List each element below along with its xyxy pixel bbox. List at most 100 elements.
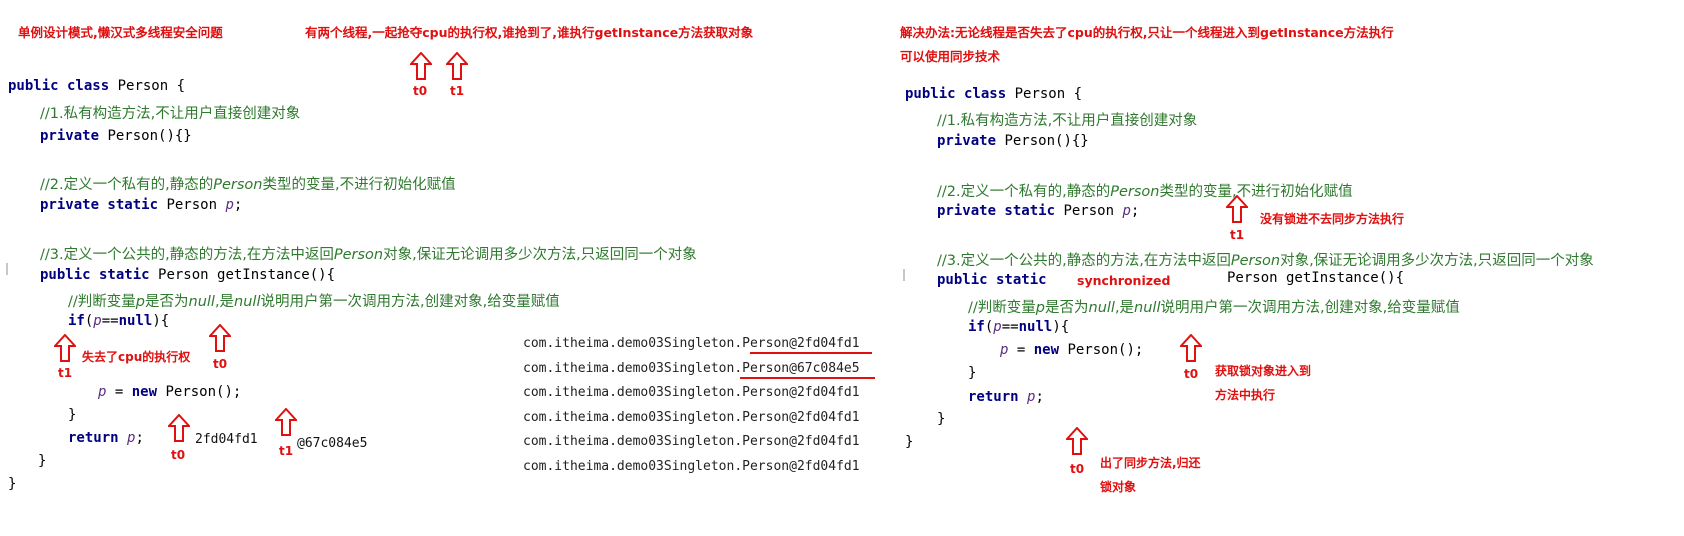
- left-return: return p;: [68, 430, 144, 446]
- left-class-declaration: public class Person {: [8, 78, 185, 94]
- up-arrow-icon: [168, 414, 190, 442]
- output-value: Person@2fd04fd1: [742, 459, 860, 474]
- right-method-signature: Person getInstance(){: [1227, 270, 1405, 286]
- operator: ==: [1001, 319, 1019, 335]
- output-value: Person@67c084e5: [742, 361, 860, 376]
- title-note: 单例设计模式,懒汉式多线程安全问题: [18, 25, 223, 40]
- comment-text: ,是: [1114, 300, 1135, 316]
- up-arrow-icon: [54, 334, 76, 362]
- class-name: Person {: [117, 78, 186, 94]
- thread-label: t0: [213, 357, 228, 371]
- comment-text: 是否为: [145, 294, 189, 310]
- semicolon: ;: [1130, 203, 1140, 219]
- release-note-2: 锁对象: [1100, 480, 1137, 494]
- up-arrow-icon: [209, 324, 231, 352]
- output-prefix: com.itheima.demo03Singleton.: [523, 434, 743, 449]
- synchronized-insert: synchronized: [1077, 273, 1171, 288]
- underline-mark: [740, 377, 875, 379]
- comment-text: //3.定义一个公共的,静态的方法,在方法中返回: [937, 253, 1231, 269]
- output-prefix: com.itheima.demo03Singleton.: [523, 385, 743, 400]
- keyword: new: [131, 384, 158, 400]
- right-assignment: p = new Person();: [1000, 342, 1143, 358]
- left-if-statement: if(p==null){: [68, 313, 169, 329]
- right-method-end: }: [937, 411, 946, 427]
- thread-label: t1: [58, 366, 73, 380]
- left-comment-3: //3.定义一个公共的,静态的方法,在方法中返回Person对象,保证无论调用多…: [40, 243, 697, 264]
- up-arrow-icon: [275, 408, 297, 436]
- comment-italic: Person: [1230, 253, 1281, 269]
- gutter-mark: [6, 263, 8, 275]
- thread-label: t1: [1230, 228, 1245, 242]
- left-if-end: }: [68, 407, 77, 423]
- thread-label: t1: [279, 444, 294, 458]
- output-value: Person@2fd04fd1: [742, 385, 860, 400]
- method-text: Person getInstance(){: [158, 267, 336, 283]
- keyword: if: [68, 313, 85, 329]
- comment-text: 对象,保证无论调用多少次方法,只返回同一个对象: [1280, 253, 1594, 269]
- comment-text: 类型的变量,不进行初始化赋值: [262, 177, 456, 193]
- right-return: return p;: [968, 389, 1044, 405]
- comment-text: //2.定义一个私有的,静态的: [937, 184, 1111, 200]
- left-comment-1: //1.私有构造方法,不让用户直接创建对象: [40, 102, 300, 123]
- thread-label: t0: [171, 448, 186, 462]
- paren: ){: [1052, 319, 1070, 335]
- var: p: [93, 313, 102, 329]
- comment-italic: Person: [333, 247, 384, 263]
- comment-text: 类型的变量,不进行初始化赋值: [1159, 184, 1353, 200]
- ctor-call: Person();: [157, 384, 242, 400]
- keyword: private: [40, 128, 100, 144]
- field-var: p: [1122, 203, 1131, 219]
- keyword: new: [1033, 342, 1060, 358]
- keyword: null: [1018, 319, 1053, 335]
- right-comment-1: //1.私有构造方法,不让用户直接创建对象: [937, 109, 1197, 130]
- semicolon: ;: [1035, 389, 1044, 405]
- comment-text: 说明用户第一次调用方法,创建对象,给变量赋值: [1160, 300, 1460, 316]
- no-lock-note: 没有锁进不去同步方法执行: [1260, 212, 1405, 226]
- left-class-end: }: [8, 476, 17, 492]
- var: p: [993, 319, 1002, 335]
- got-lock-note: 获取锁对象进入到: [1215, 364, 1312, 378]
- right-class-end: }: [905, 434, 914, 450]
- comment-text: 是否为: [1045, 300, 1089, 316]
- operator: ==: [101, 313, 119, 329]
- right-if-statement: if(p==null){: [968, 319, 1069, 335]
- thread-label: t0: [413, 84, 428, 98]
- comment-text: //判断变量: [968, 300, 1036, 316]
- right-comment-2: //2.定义一个私有的,静态的Person类型的变量,不进行初始化赋值: [937, 180, 1353, 201]
- output-prefix: com.itheima.demo03Singleton.: [523, 336, 743, 351]
- ctor-text: Person(){}: [107, 128, 192, 144]
- comment-text: //2.定义一个私有的,静态的: [40, 177, 214, 193]
- output-value: Person@2fd04fd1: [742, 336, 860, 351]
- hash-fragment-1: 2fd04fd1: [195, 432, 258, 447]
- lost-cpu-note: 失去了cpu的执行权: [82, 350, 191, 364]
- comment-italic: Person: [213, 177, 263, 193]
- got-lock-note-2: 方法中执行: [1215, 388, 1276, 402]
- comment-italic: null: [234, 294, 261, 310]
- left-assignment: p = new Person();: [98, 384, 241, 400]
- operator: =: [1008, 342, 1034, 358]
- up-arrow-icon: [1226, 195, 1248, 223]
- thread-label: t0: [1184, 367, 1199, 381]
- class-name: Person {: [1014, 86, 1083, 102]
- left-comment-4: //判断变量p是否为null,是null说明用户第一次调用方法,创建对象,给变量…: [68, 290, 560, 311]
- keyword: return: [68, 430, 119, 446]
- up-arrow-icon: [446, 52, 468, 80]
- comment-italic: p: [1035, 300, 1045, 316]
- keyword: private static: [40, 197, 159, 213]
- right-comment-3: //3.定义一个公共的,静态的方法,在方法中返回Person对象,保证无论调用多…: [937, 249, 1594, 270]
- keyword: private: [937, 133, 997, 149]
- keyword: public static: [937, 272, 1047, 288]
- keyword: public class: [905, 86, 1007, 102]
- field-type: Person: [166, 197, 218, 213]
- comment-text: //3.定义一个公共的,静态的方法,在方法中返回: [40, 247, 334, 263]
- comment-italic: null: [1134, 300, 1161, 316]
- solution-note-2: 可以使用同步技术: [900, 49, 1001, 64]
- output-line: com.itheima.demo03Singleton.Person@2fd04…: [523, 336, 860, 351]
- output-prefix: com.itheima.demo03Singleton.: [523, 459, 743, 474]
- hash-fragment-2: @67c084e5: [297, 436, 368, 451]
- up-arrow-icon: [410, 52, 432, 80]
- left-field: private static Person p;: [40, 197, 242, 213]
- right-if-end: }: [968, 365, 977, 381]
- keyword: public class: [8, 78, 110, 94]
- left-comment-2: //2.定义一个私有的,静态的Person类型的变量,不进行初始化赋值: [40, 173, 456, 194]
